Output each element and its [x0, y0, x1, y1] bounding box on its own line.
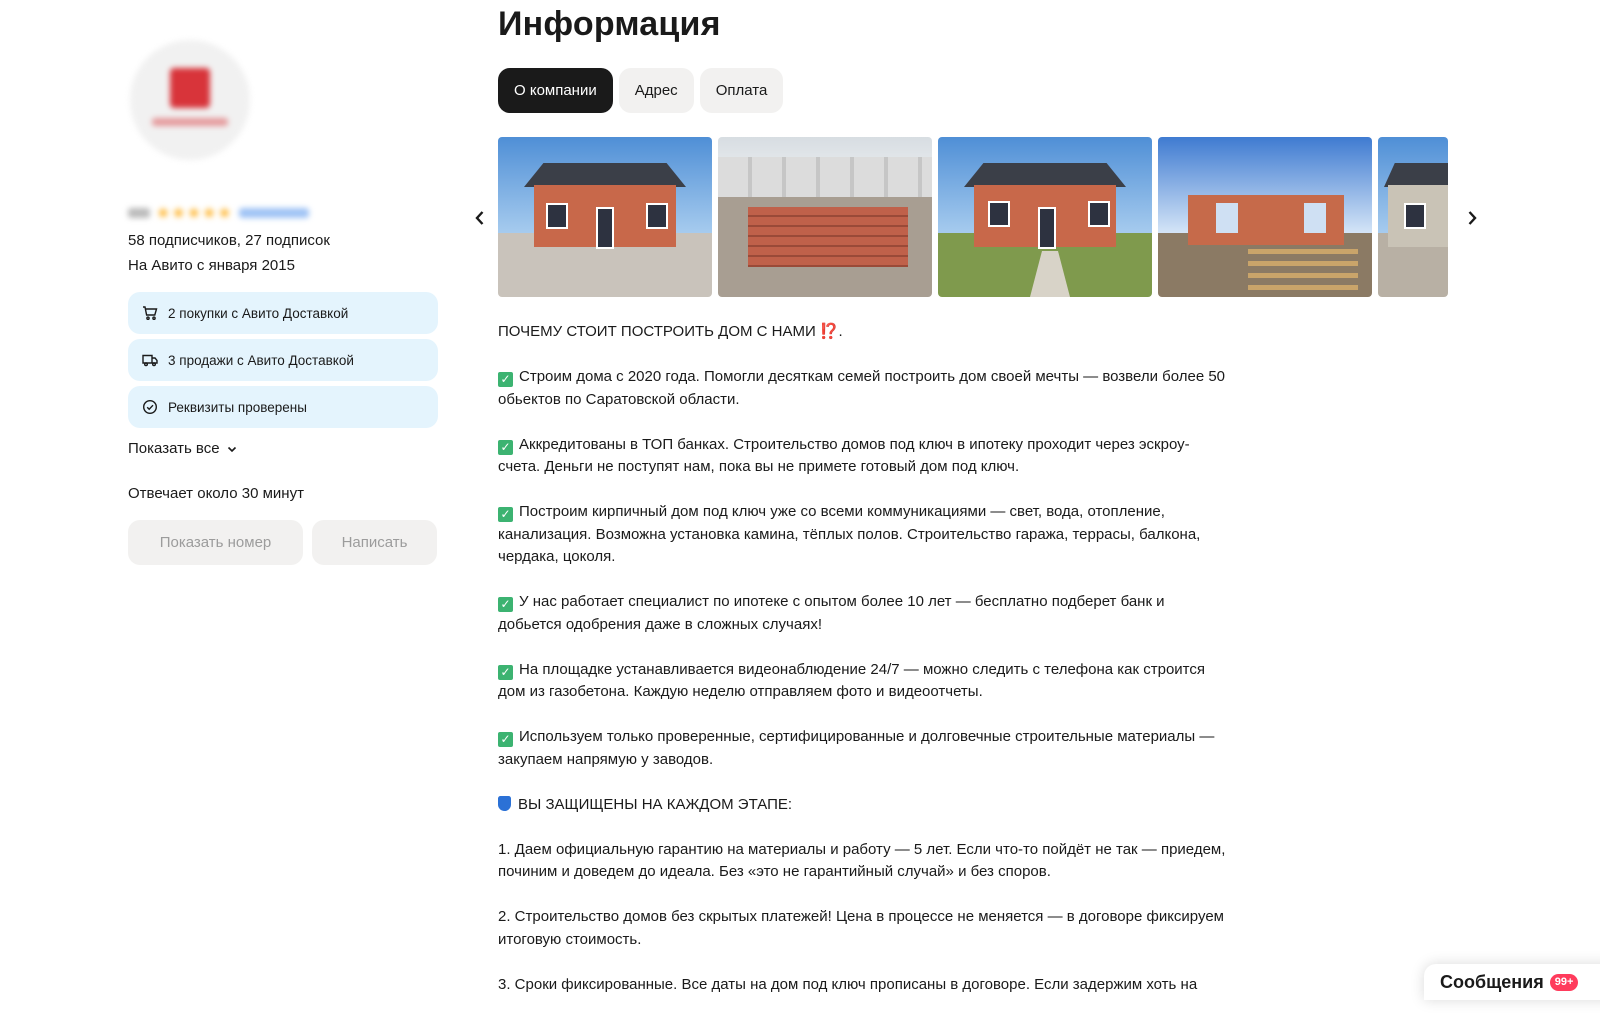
point-text: У нас работает специалист по ипотеке с о…: [498, 593, 1165, 633]
unread-count-badge: 99+: [1549, 973, 1579, 991]
gallery-photo[interactable]: [1378, 137, 1448, 297]
badge-label: Реквизиты проверены: [168, 399, 307, 415]
check-mark-icon: ✓: [498, 597, 513, 612]
company-logo: [170, 68, 210, 108]
point-text: Используем только проверенные, сертифици…: [498, 728, 1215, 768]
heading-tail: .: [838, 323, 843, 340]
reply-time: Отвечает около 30 минут: [128, 485, 304, 502]
seller-badges: 2 покупки с Авито Доставкой 3 продажи с …: [128, 292, 438, 428]
seller-name-blurred[interactable]: [128, 172, 368, 196]
photo-gallery: [475, 137, 1477, 299]
check-mark-icon: ✓: [498, 732, 513, 747]
badge-label: 2 покупки с Авито Доставкой: [168, 305, 349, 321]
gallery-photo[interactable]: [498, 137, 712, 297]
gallery-photo[interactable]: [1158, 137, 1372, 297]
rating-stars-icon: ★★★★★: [156, 205, 233, 222]
badge-purchases-delivery[interactable]: 2 покупки с Авито Доставкой: [128, 292, 438, 334]
check-mark-icon: ✓: [498, 507, 513, 522]
badge-requisites-verified[interactable]: Реквизиты проверены: [128, 386, 438, 428]
description-point: ✓ Используем только проверенные, сертифиц…: [498, 726, 1228, 771]
shield-icon: [498, 795, 511, 811]
badge-sales-delivery[interactable]: 3 продажи с Авито Доставкой: [128, 339, 438, 381]
cart-icon: [143, 306, 158, 320]
description-point: ✓ У нас работает специалист по ипотеке с …: [498, 591, 1228, 636]
chevron-left-icon: [475, 211, 484, 225]
company-info-section: Информация О компании Адрес Оплата ПОЧЕМ…: [475, 0, 1477, 1019]
page-title: Информация: [498, 5, 721, 43]
messages-label: Сообщения: [1440, 971, 1544, 992]
description-point: ✓ На площадке устанавливается видеонаблюд…: [498, 659, 1228, 704]
photo-window: [646, 203, 668, 229]
photo-house-roof: [964, 163, 1126, 187]
photo-window: [546, 203, 568, 229]
check-mark-icon: ✓: [498, 664, 513, 680]
description-point: ✓ Строим дома с 2020 года. Помогли десятк…: [498, 366, 1228, 411]
photo-door: [596, 207, 614, 249]
seller-rating-blurred[interactable]: ★★★★★: [128, 204, 438, 222]
photo-window-opening: [1216, 203, 1238, 233]
photo-house-roof: [524, 163, 686, 187]
info-tabs: О компании Адрес Оплата: [498, 68, 1458, 113]
show-all-label: Показать все: [128, 440, 220, 457]
protected-heading-text: ВЫ ЗАЩИЩЕНЫ НА КАЖДОМ ЭТАПЕ:: [518, 795, 793, 813]
photo-formwork: [1248, 249, 1358, 293]
seller-sidebar: ★★★★★ 58 подписчиков, 27 подписок На Ави…: [128, 40, 438, 565]
description-heading: ПОЧЕМУ СТОИТ ПОСТРОИТЬ ДОМ С НАМИ ⁉️.: [498, 321, 1228, 344]
check-circle-icon: [142, 399, 158, 415]
photo-brick-walls: [748, 207, 908, 267]
subscribers-count[interactable]: 58 подписчиков, 27 подписок: [128, 232, 438, 249]
check-mark-icon: ✓: [498, 439, 513, 455]
rating-value-blurred: [128, 208, 150, 218]
badge-label: 3 продажи с Авито Доставкой: [168, 352, 354, 368]
photo-window-opening: [1304, 203, 1326, 233]
point-text: Строим дома с 2020 года. Помогли десятка…: [498, 368, 1226, 408]
truck-icon: [142, 354, 158, 367]
gallery-photo[interactable]: [938, 137, 1152, 297]
chevron-down-icon: [227, 446, 236, 452]
heading-text: ПОЧЕМУ СТОИТ ПОСТРОИТЬ ДОМ С НАМИ: [498, 323, 816, 340]
gallery-photo[interactable]: [718, 137, 932, 297]
numbered-point: 1. Даем официальную гарантию на материал…: [498, 840, 1226, 881]
on-avito-since: На Авито с января 2015: [128, 257, 295, 274]
description-point: ✓ Аккредитованы в ТОП банках. Строительст…: [498, 434, 1228, 479]
point-text: На площадке устанавливается видеонаблюде…: [498, 660, 1206, 701]
protected-heading: ВЫ ЗАЩИЩЕНЫ НА КАЖДОМ ЭТАПЕ:: [498, 794, 1228, 817]
company-description: ПОЧЕМУ СТОИТ ПОСТРОИТЬ ДОМ С НАМИ ⁉️. ✓ Ст…: [498, 321, 1228, 996]
seller-avatar[interactable]: [130, 40, 250, 160]
gallery-prev-button[interactable]: [468, 203, 492, 233]
contact-actions: Показать номер Написать: [128, 520, 438, 565]
messages-widget[interactable]: Сообщения 99+: [1424, 964, 1600, 1000]
description-point: ✓ Построим кирпичный дом под ключ уже со …: [498, 501, 1228, 569]
photo-door: [1038, 207, 1056, 249]
company-logo-caption: [152, 118, 228, 126]
photo-window: [1404, 203, 1426, 229]
tab-payment[interactable]: Оплата: [699, 68, 784, 113]
show-phone-button[interactable]: Показать номер: [128, 520, 303, 565]
chevron-right-icon: [1468, 211, 1477, 225]
tab-about-company[interactable]: О компании: [498, 68, 613, 113]
check-mark-icon: ✓: [498, 372, 513, 387]
show-all-toggle[interactable]: Показать все: [128, 440, 438, 457]
reviews-link-blurred[interactable]: [238, 208, 309, 218]
numbered-point: 3. Сроки фиксированные. Все даты на дом …: [498, 975, 1198, 993]
photo-window: [1088, 201, 1110, 227]
write-message-button[interactable]: Написать: [312, 520, 437, 565]
gallery-next-button[interactable]: [1460, 203, 1484, 233]
point-text: Построим кирпичный дом под ключ уже со в…: [498, 503, 1201, 565]
point-text: Аккредитованы в ТОП банках. Строительств…: [498, 435, 1190, 476]
photo-pallets: [718, 157, 932, 197]
photo-window: [988, 201, 1010, 227]
photo-house-roof: [1384, 163, 1448, 187]
gallery-track: [498, 137, 1450, 299]
tab-address[interactable]: Адрес: [618, 68, 694, 113]
exclamation-question-icon: ⁉️: [819, 323, 839, 340]
numbered-point: 2. Строительство домов без скрытых плате…: [498, 908, 1224, 948]
